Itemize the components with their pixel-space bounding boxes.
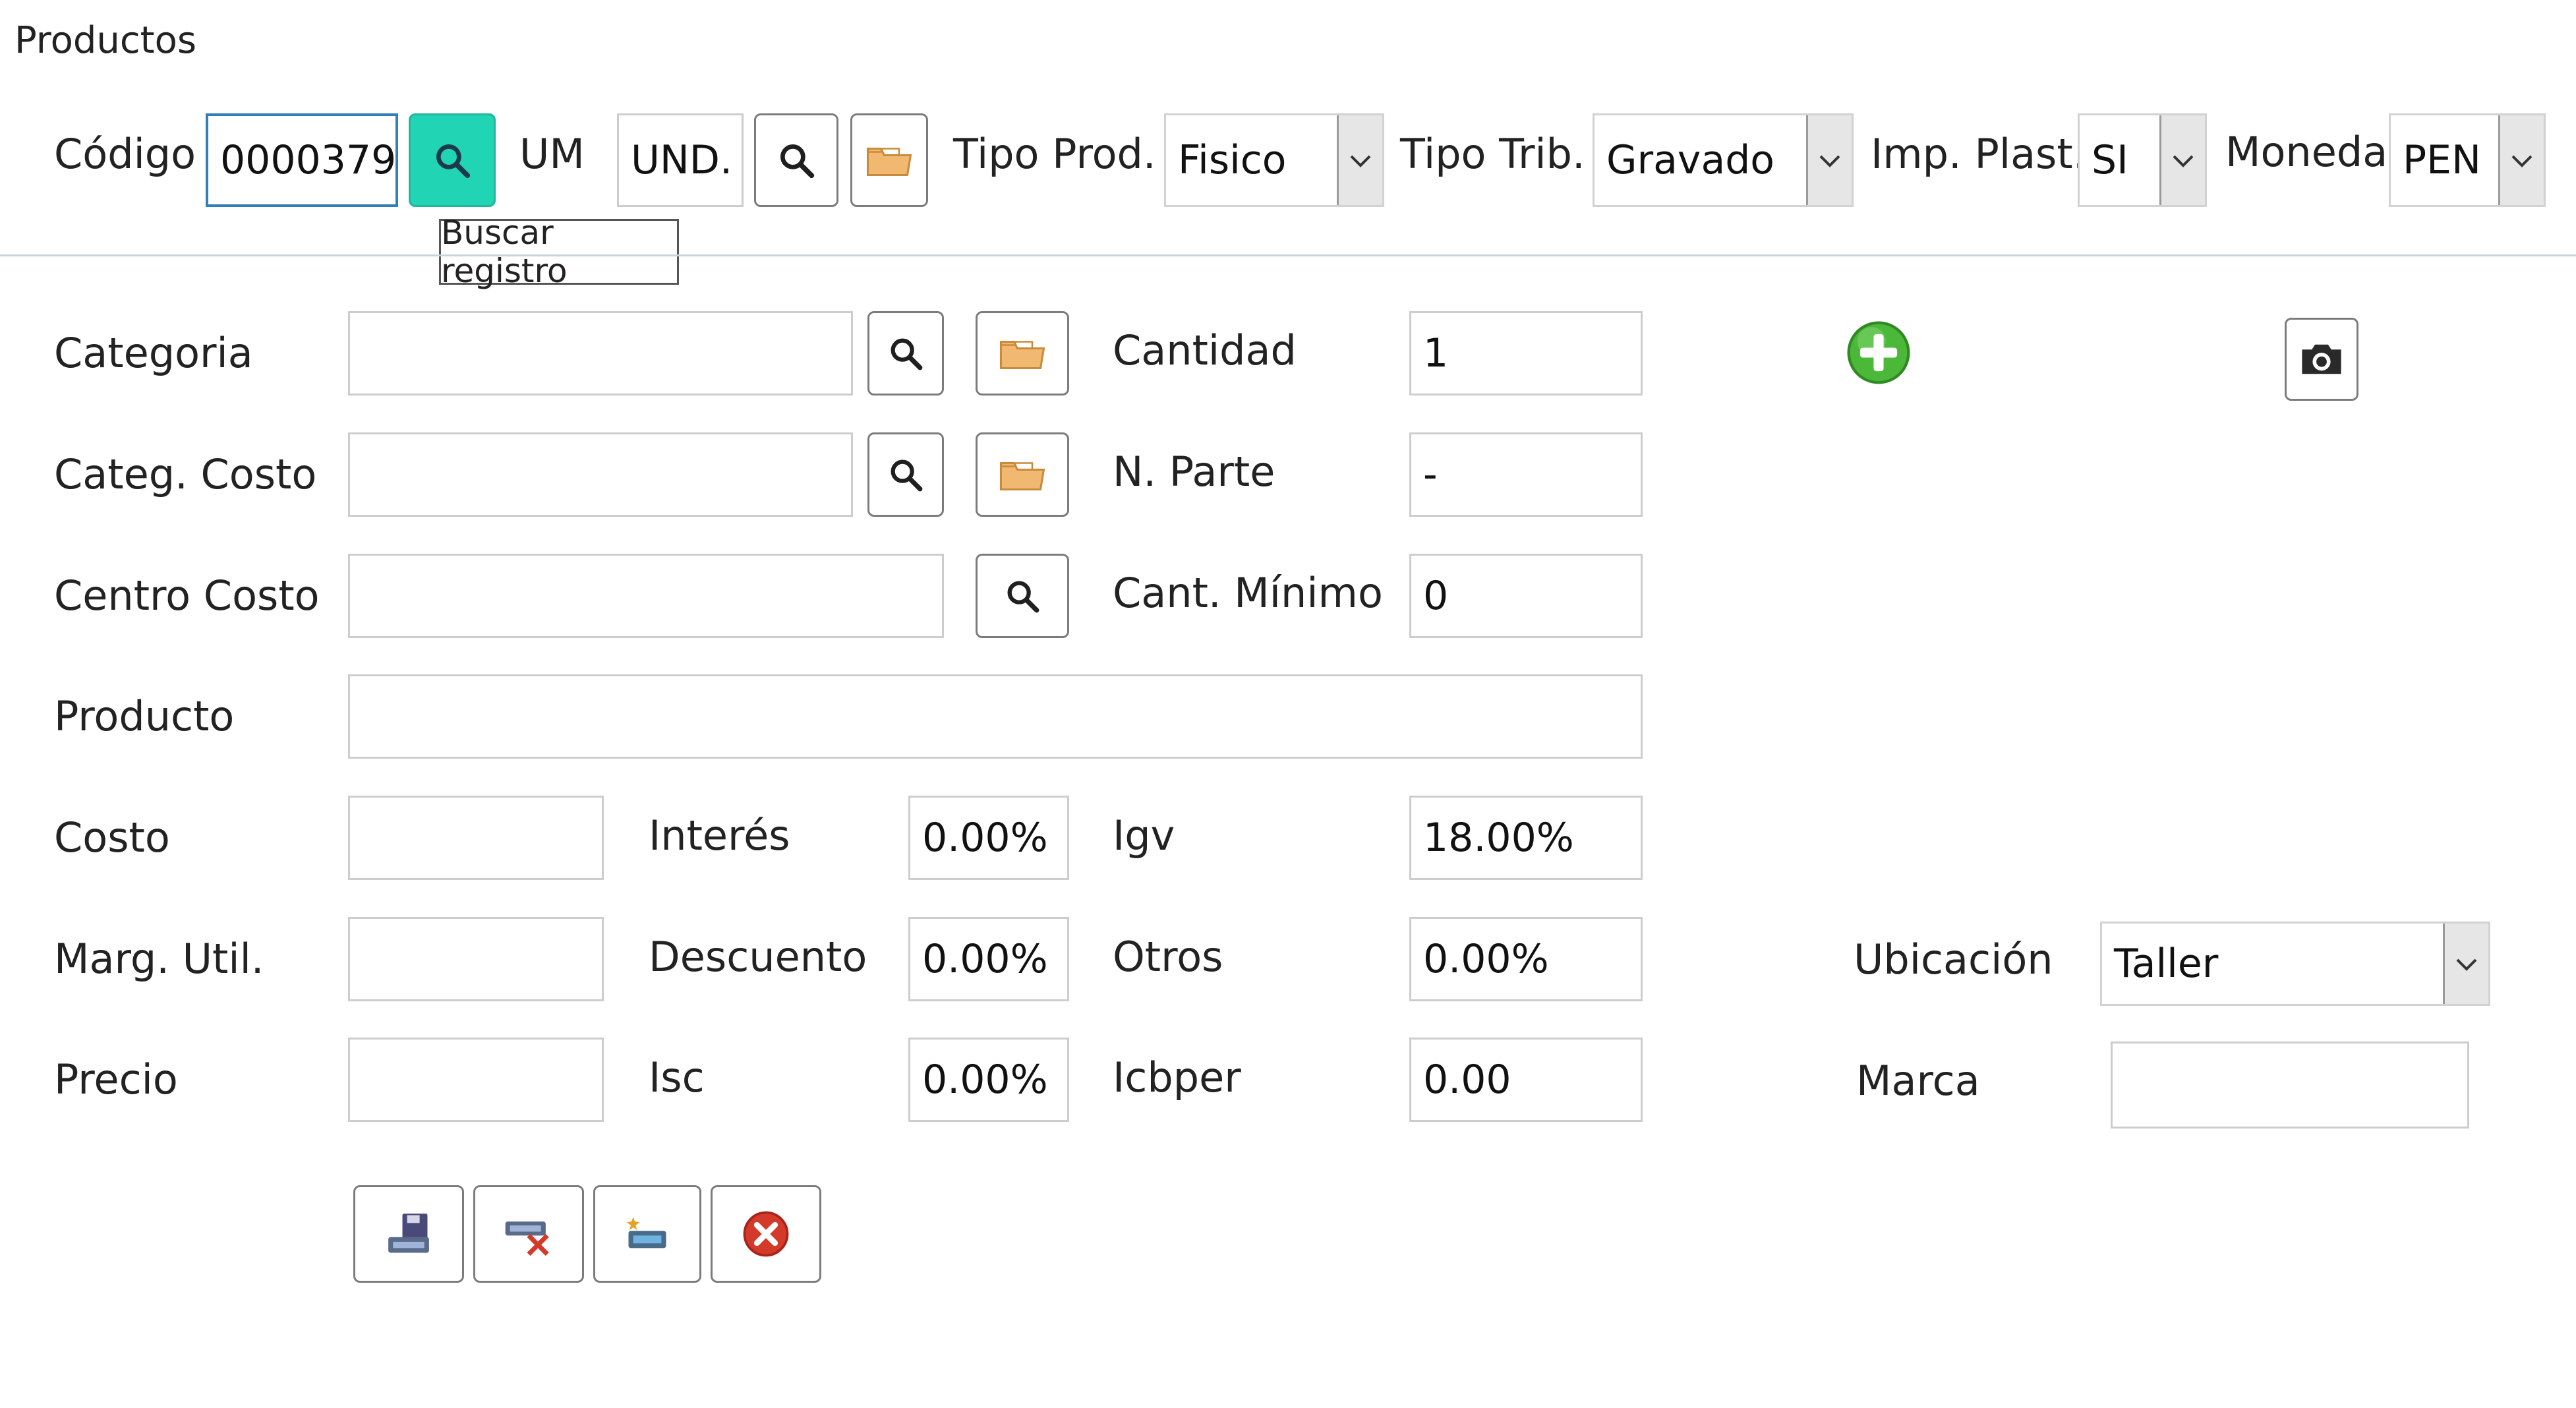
marg-util-label: Marg. Util. (54, 935, 264, 983)
otros-field[interactable]: 0.00% (1409, 917, 1643, 1001)
imp-plast-label: Imp. Plast. (1871, 130, 2086, 178)
moneda-label: Moneda (2225, 128, 2388, 176)
search-icon (436, 144, 471, 179)
n-parte-label: N. Parte (1113, 448, 1275, 496)
ubicacion-select[interactable]: Taller (2100, 922, 2490, 1006)
cant-minimo-field[interactable]: 0 (1409, 554, 1643, 638)
chevron-down-icon[interactable] (2443, 924, 2488, 1004)
search-um-button[interactable] (754, 113, 838, 207)
interes-label: Interés (649, 811, 790, 860)
chevron-down-icon[interactable] (2498, 115, 2544, 205)
close-icon (743, 1211, 789, 1257)
delete-record-button[interactable] (473, 1185, 584, 1283)
delete-record-icon (505, 1221, 549, 1256)
add-image-button[interactable] (1843, 315, 1914, 390)
browse-um-button[interactable] (850, 113, 928, 207)
chevron-down-icon[interactable] (1337, 115, 1382, 205)
tipo-prod-select[interactable]: Fisico (1164, 113, 1384, 207)
browse-categoria-button[interactable] (976, 311, 1069, 396)
chevron-down-icon[interactable] (1806, 115, 1852, 205)
cantidad-label: Cantidad (1113, 326, 1297, 374)
folder-icon (1000, 341, 1045, 369)
add-icon (1847, 321, 1910, 384)
marca-label: Marca (1856, 1057, 1980, 1105)
precio-field[interactable] (348, 1038, 604, 1122)
producto-label: Producto (54, 692, 235, 740)
new-record-button[interactable] (593, 1185, 701, 1283)
search-categoria-button[interactable] (867, 311, 944, 396)
um-field[interactable]: UND. (617, 113, 744, 207)
close-button[interactable] (711, 1185, 821, 1283)
imp-plast-value: SI (2092, 137, 2128, 183)
ubicacion-value: Taller (2114, 941, 2219, 987)
categ-costo-field[interactable] (348, 432, 853, 517)
save-icon (388, 1214, 429, 1253)
precio-label: Precio (54, 1055, 178, 1103)
marca-field[interactable] (2111, 1041, 2469, 1129)
igv-label: Igv (1113, 811, 1175, 860)
search-codigo-button[interactable] (409, 113, 496, 207)
imp-plast-select[interactable]: SI (2078, 113, 2207, 207)
ubicacion-label: Ubicación (1854, 935, 2053, 983)
search-icon (780, 144, 815, 179)
cantidad-field[interactable]: 1 (1409, 311, 1643, 396)
interes-field[interactable]: 0.00% (908, 796, 1069, 880)
search-tooltip: Buscar registro (439, 214, 679, 290)
folder-icon (1000, 462, 1045, 490)
isc-label: Isc (649, 1053, 705, 1101)
tipo-trib-label: Tipo Trib. (1400, 130, 1585, 178)
search-icon (891, 338, 923, 370)
categ-costo-label: Categ. Costo (54, 450, 317, 498)
codigo-label: Código (54, 130, 196, 178)
costo-field[interactable] (348, 796, 604, 880)
search-categ-costo-button[interactable] (867, 432, 944, 517)
search-icon (891, 459, 923, 492)
descuento-field[interactable]: 0.00% (908, 917, 1069, 1001)
producto-field[interactable] (348, 674, 1643, 759)
costo-label: Costo (54, 813, 170, 862)
cant-minimo-label: Cant. Mínimo (1113, 569, 1383, 617)
igv-field[interactable]: 18.00% (1409, 796, 1643, 880)
chevron-down-icon[interactable] (2159, 115, 2205, 205)
tipo-trib-value: Gravado (1606, 137, 1774, 183)
new-record-icon (627, 1216, 666, 1248)
codigo-field[interactable]: 00003796 (206, 113, 398, 207)
camera-button[interactable] (2285, 318, 2358, 401)
icbper-field[interactable]: 0.00 (1409, 1038, 1643, 1122)
isc-field[interactable]: 0.00% (908, 1038, 1069, 1122)
search-centro-costo-button[interactable] (976, 554, 1069, 638)
camera-icon (2302, 344, 2341, 374)
centro-costo-field[interactable] (348, 554, 944, 638)
tipo-trib-select[interactable]: Gravado (1593, 113, 1854, 207)
marg-util-field[interactable] (348, 917, 604, 1001)
n-parte-field[interactable]: - (1409, 432, 1643, 517)
tipo-prod-label: Tipo Prod. (953, 130, 1156, 178)
moneda-value: PEN (2403, 137, 2481, 183)
window-title: Productos (15, 19, 197, 62)
icbper-label: Icbper (1113, 1053, 1241, 1101)
browse-categ-costo-button[interactable] (976, 432, 1069, 517)
save-button[interactable] (353, 1185, 464, 1283)
um-label: UM (519, 130, 585, 178)
tipo-prod-value: Fisico (1178, 137, 1287, 183)
otros-label: Otros (1113, 933, 1223, 981)
folder-icon (867, 148, 912, 176)
centro-costo-label: Centro Costo (54, 572, 320, 620)
descuento-label: Descuento (649, 933, 867, 981)
header-divider (0, 254, 2576, 256)
search-icon (1007, 581, 1039, 613)
categoria-label: Categoria (54, 329, 253, 377)
moneda-select[interactable]: PEN (2389, 113, 2546, 207)
categoria-field[interactable] (348, 311, 853, 396)
